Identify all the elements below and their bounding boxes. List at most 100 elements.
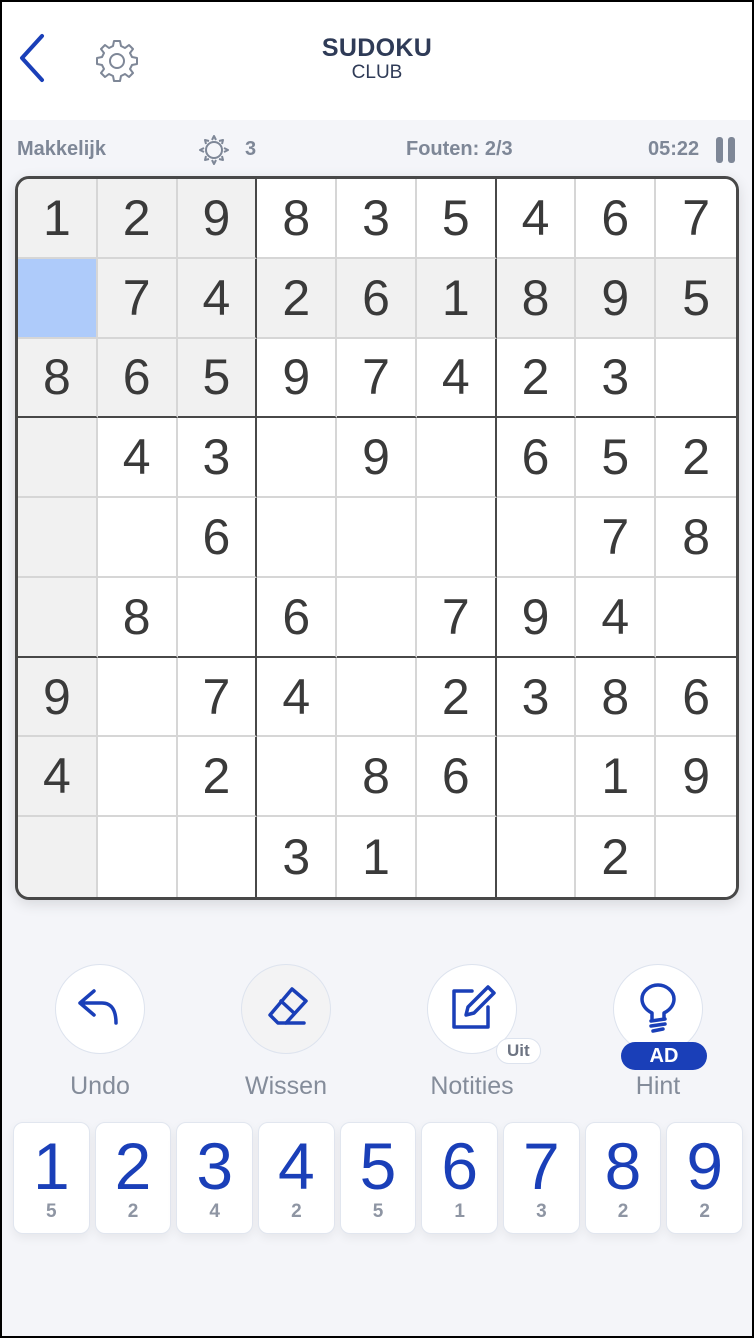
board-cell[interactable]: 1 [337, 817, 417, 897]
board-cell[interactable]: 9 [496, 577, 577, 658]
number-key-1[interactable]: 15 [13, 1122, 90, 1234]
board-cell[interactable] [656, 338, 736, 419]
board-cell[interactable]: 6 [97, 338, 178, 419]
board-cell[interactable]: 9 [337, 418, 417, 499]
board-cell[interactable]: 3 [576, 338, 657, 419]
board-cell[interactable]: 1 [416, 258, 497, 339]
board-cell[interactable]: 9 [177, 179, 258, 259]
notes-button[interactable]: Uit Notities [402, 960, 542, 1105]
board-cell[interactable] [416, 498, 497, 578]
pause-button[interactable] [716, 137, 736, 163]
board-cell[interactable]: 9 [18, 657, 98, 738]
board-cell[interactable] [18, 498, 98, 578]
board-cell[interactable] [18, 418, 98, 499]
board-cell[interactable]: 3 [337, 179, 417, 259]
board-cell[interactable]: 4 [496, 179, 577, 259]
board-cell[interactable]: 7 [576, 498, 657, 578]
board-cell[interactable] [18, 577, 98, 658]
board-cell[interactable]: 8 [97, 577, 178, 658]
board-cell[interactable]: 6 [656, 657, 736, 738]
board-cell[interactable]: 7 [416, 577, 497, 658]
board-cell[interactable]: 2 [257, 258, 338, 339]
board-cell[interactable]: 8 [18, 338, 98, 419]
number-key-digit: 6 [441, 1129, 479, 1203]
board-cell[interactable]: 1 [18, 179, 98, 259]
board-cell[interactable]: 1 [576, 737, 657, 818]
board-cell[interactable]: 4 [18, 737, 98, 818]
board-cell[interactable]: 3 [496, 657, 577, 738]
number-key-7[interactable]: 73 [503, 1122, 580, 1234]
board-cell[interactable] [257, 737, 338, 818]
number-key-4[interactable]: 42 [258, 1122, 335, 1234]
board-cell[interactable]: 4 [257, 657, 338, 738]
number-key-digit: 5 [359, 1129, 397, 1203]
board-cell[interactable]: 2 [177, 737, 258, 818]
board-cell[interactable]: 3 [257, 817, 338, 897]
board-cell[interactable]: 7 [97, 258, 178, 339]
board-cell[interactable]: 8 [337, 737, 417, 818]
board-cell[interactable] [18, 817, 98, 897]
board-cell[interactable] [97, 817, 178, 897]
board-cell[interactable] [656, 577, 736, 658]
board-cell[interactable]: 4 [97, 418, 178, 499]
board-cell[interactable] [337, 498, 417, 578]
board-cell[interactable]: 6 [337, 258, 417, 339]
board-cell[interactable] [177, 577, 258, 658]
board-cell[interactable]: 2 [416, 657, 497, 738]
board-cell[interactable]: 2 [656, 418, 736, 499]
board-cell[interactable]: 9 [656, 737, 736, 818]
board-cell[interactable]: 6 [177, 498, 258, 578]
board-cell[interactable]: 9 [257, 338, 338, 419]
board-cell[interactable]: 5 [656, 258, 736, 339]
number-key-5[interactable]: 55 [339, 1122, 417, 1234]
undo-button[interactable]: Undo [30, 960, 170, 1105]
board-cell[interactable]: 3 [177, 418, 258, 499]
erase-button[interactable]: Wissen [216, 960, 356, 1105]
board-cell[interactable] [656, 817, 736, 897]
board-cell[interactable]: 2 [576, 817, 657, 897]
board-cell[interactable]: 5 [416, 179, 497, 259]
board-cell[interactable] [97, 737, 178, 818]
board-cell[interactable] [496, 817, 577, 897]
board-cell[interactable] [496, 498, 577, 578]
board-cell[interactable]: 7 [337, 338, 417, 419]
board-cell[interactable] [18, 258, 98, 339]
number-key-6[interactable]: 61 [421, 1122, 499, 1234]
board-cell[interactable]: 9 [576, 258, 657, 339]
board-cell[interactable]: 2 [496, 338, 577, 419]
board-cell[interactable]: 8 [576, 657, 657, 738]
board-cell[interactable]: 8 [496, 258, 577, 339]
board-cell[interactable]: 8 [257, 179, 338, 259]
board-cell[interactable]: 6 [576, 179, 657, 259]
board-cell[interactable]: 8 [656, 498, 736, 578]
board-cell[interactable]: 2 [97, 179, 178, 259]
board-cell[interactable] [257, 418, 338, 499]
number-key-3[interactable]: 34 [176, 1122, 254, 1234]
board-cell[interactable] [97, 498, 178, 578]
board-cell[interactable]: 5 [177, 338, 258, 419]
board-cell[interactable]: 4 [177, 258, 258, 339]
board-cell[interactable]: 4 [576, 577, 657, 658]
board-cell[interactable]: 7 [177, 657, 258, 738]
remaining-count: 2 [617, 1201, 629, 1222]
board-cell[interactable] [177, 817, 258, 897]
board-cell[interactable] [337, 577, 417, 658]
board-cell[interactable]: 4 [416, 338, 497, 419]
board-cell[interactable]: 5 [576, 418, 657, 499]
hint-button[interactable]: AD Hint [588, 960, 728, 1105]
hint-label: Hint [635, 1072, 681, 1100]
board-cell[interactable]: 7 [656, 179, 736, 259]
board-cell[interactable]: 6 [496, 418, 577, 499]
board-cell[interactable] [257, 498, 338, 578]
board-cell[interactable] [416, 817, 497, 897]
board-cell[interactable] [496, 737, 577, 818]
board-cell[interactable]: 6 [416, 737, 497, 818]
board-cell[interactable] [97, 657, 178, 738]
board-cell[interactable] [337, 657, 417, 738]
hint-circle [613, 964, 703, 1054]
number-key-8[interactable]: 82 [584, 1122, 662, 1234]
board-cell[interactable]: 6 [257, 577, 338, 658]
number-key-2[interactable]: 22 [94, 1122, 172, 1234]
number-key-9[interactable]: 92 [666, 1122, 744, 1234]
board-cell[interactable] [416, 418, 497, 499]
